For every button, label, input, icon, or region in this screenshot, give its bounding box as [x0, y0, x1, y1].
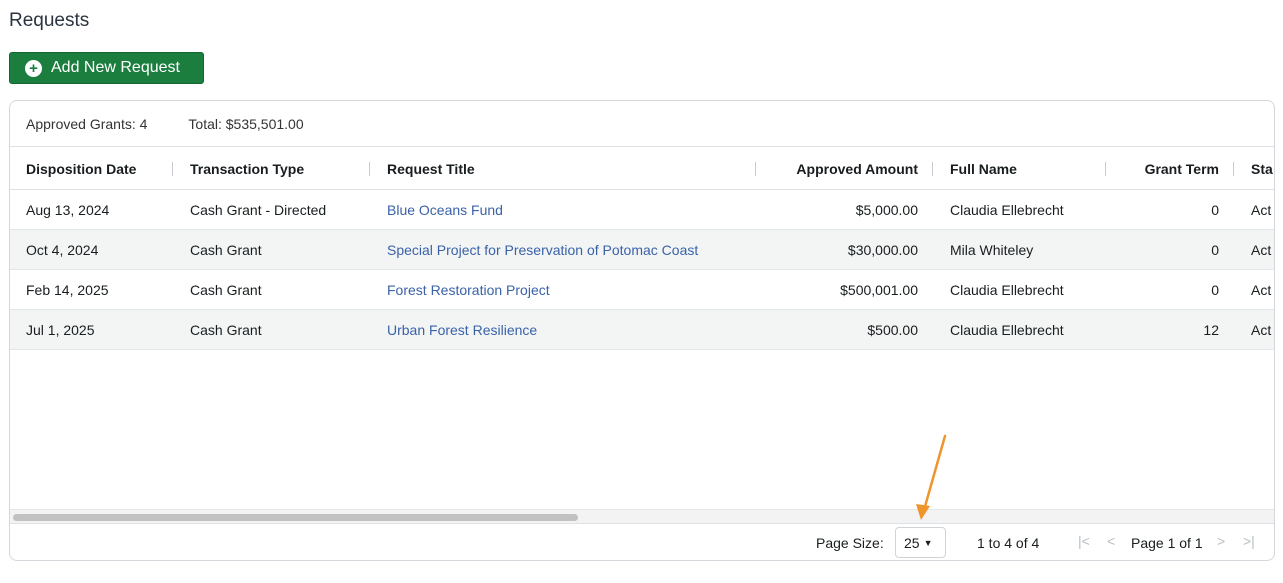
cell-transaction-type: Cash Grant [190, 322, 262, 338]
previous-page-icon[interactable]: < [1107, 533, 1115, 549]
grid-header: Disposition Date Transaction Type Reques… [10, 147, 1274, 190]
cell-full-name: Mila Whiteley [950, 242, 1034, 258]
table-row[interactable]: Feb 14, 2025 Cash Grant Forest Restorati… [10, 270, 1274, 310]
cell-transaction-type: Cash Grant [190, 242, 262, 258]
cell-request-title-link[interactable]: Blue Oceans Fund [387, 190, 747, 230]
cell-full-name: Claudia Ellebrecht [950, 282, 1064, 298]
annotation-arrow-icon [916, 434, 947, 520]
cell-disposition-date: Jul 1, 2025 [26, 322, 95, 338]
cell-request-title-link[interactable]: Forest Restoration Project [387, 270, 747, 310]
table-row[interactable]: Aug 13, 2024 Cash Grant - Directed Blue … [10, 190, 1274, 230]
column-resize-handle[interactable] [369, 162, 370, 176]
pagination-bar: Page Size: 25 ▼ 1 to 4 of 4 |< < Page 1 … [10, 523, 1274, 560]
cell-transaction-type: Cash Grant [190, 282, 262, 298]
grid-summary: Approved Grants: 4 Total: $535,501.00 [10, 101, 1274, 147]
table-row[interactable]: Jul 1, 2025 Cash Grant Urban Forest Resi… [10, 310, 1274, 350]
column-resize-handle[interactable] [755, 162, 756, 176]
horizontal-scrollbar[interactable] [10, 509, 1274, 523]
horizontal-scrollbar-thumb[interactable] [13, 514, 578, 521]
cell-status: Act [1251, 202, 1272, 218]
col-header-grant-term[interactable]: Grant Term [1120, 147, 1219, 190]
page-size-value: 25 [904, 534, 920, 551]
page-title: Requests [9, 10, 90, 31]
cell-status: Act [1251, 282, 1272, 298]
cell-grant-term: 0 [1211, 202, 1219, 218]
cell-disposition-date: Feb 14, 2025 [26, 282, 109, 298]
requests-grid: Approved Grants: 4 Total: $535,501.00 Di… [9, 100, 1275, 561]
column-resize-handle[interactable] [1105, 162, 1106, 176]
cell-disposition-date: Oct 4, 2024 [26, 242, 99, 258]
cell-full-name: Claudia Ellebrecht [950, 322, 1064, 338]
page-size-label: Page Size: [816, 535, 884, 551]
cell-transaction-type: Cash Grant - Directed [190, 202, 327, 218]
total-amount: Total: $535,501.00 [188, 115, 304, 132]
cell-grant-term: 0 [1211, 282, 1219, 298]
table-row[interactable]: Oct 4, 2024 Cash Grant Special Project f… [10, 230, 1274, 270]
last-page-icon[interactable]: >| [1243, 533, 1255, 549]
cell-approved-amount: $500,001.00 [840, 282, 918, 298]
next-page-icon[interactable]: > [1217, 533, 1225, 549]
cell-approved-amount: $500.00 [867, 322, 918, 338]
col-header-status[interactable]: Sta [1251, 147, 1274, 190]
add-new-request-button[interactable]: + Add New Request [9, 52, 204, 84]
col-header-disposition-date[interactable]: Disposition Date [26, 147, 176, 190]
cell-request-title-link[interactable]: Special Project for Preservation of Poto… [387, 230, 747, 270]
row-range-text: 1 to 4 of 4 [977, 535, 1040, 551]
plus-circle-icon: + [25, 59, 42, 77]
col-header-approved-amount[interactable]: Approved Amount [770, 147, 918, 190]
cell-disposition-date: Aug 13, 2024 [26, 202, 110, 218]
page-info-text: Page 1 of 1 [1131, 535, 1203, 551]
cell-full-name: Claudia Ellebrecht [950, 202, 1064, 218]
cell-status: Act [1251, 322, 1272, 338]
cell-grant-term: 12 [1203, 322, 1219, 338]
column-resize-handle[interactable] [172, 162, 173, 176]
col-header-transaction-type[interactable]: Transaction Type [190, 147, 370, 190]
cell-status: Act [1251, 242, 1272, 258]
add-new-request-label: Add New Request [51, 59, 180, 76]
col-header-request-title[interactable]: Request Title [387, 147, 747, 190]
cell-approved-amount: $30,000.00 [847, 242, 918, 258]
page-size-select[interactable]: 25 ▼ [895, 527, 946, 558]
column-resize-handle[interactable] [1233, 162, 1234, 176]
cell-approved-amount: $5,000.00 [855, 202, 918, 218]
caret-down-icon: ▼ [923, 537, 933, 548]
column-resize-handle[interactable] [932, 162, 933, 176]
approved-grants-count: Approved Grants: 4 [26, 115, 148, 132]
cell-grant-term: 0 [1211, 242, 1219, 258]
cell-request-title-link[interactable]: Urban Forest Resilience [387, 310, 747, 350]
col-header-full-name[interactable]: Full Name [950, 147, 1100, 190]
first-page-icon[interactable]: |< [1078, 533, 1090, 549]
